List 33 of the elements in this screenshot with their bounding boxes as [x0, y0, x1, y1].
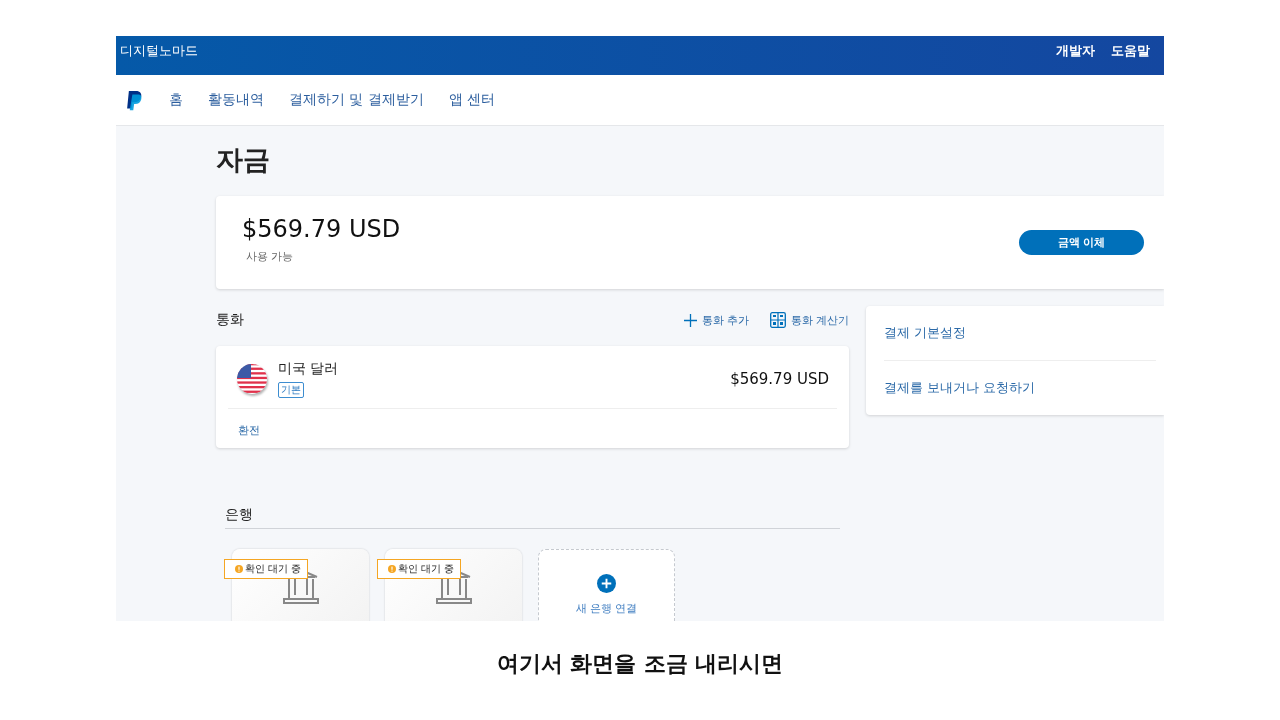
caption: 여기서 화면을 조금 내리시면	[495, 650, 785, 678]
available-label: 사용 가능	[245, 249, 295, 264]
side-link[interactable]: 결제를 보내거나 요청하기	[884, 361, 1156, 415]
balance-amount: $569.79 USD	[242, 215, 401, 243]
plus-icon	[684, 313, 697, 327]
nav-tab[interactable]: 활동내역	[208, 91, 264, 109]
add-bank-label: 새 은행 연결	[575, 601, 638, 616]
default-badge: 기본	[278, 382, 304, 398]
page-title: 자금	[216, 143, 271, 177]
warning-icon	[388, 565, 396, 573]
status-label: 확인 대기 중	[398, 562, 455, 576]
nav-tab[interactable]: 앱 센터	[448, 91, 496, 109]
section-heading: 통화	[216, 311, 244, 329]
currency-name: 미국 달러	[278, 360, 340, 378]
flag-icon	[236, 363, 268, 395]
calculator-icon	[769, 312, 786, 328]
status-label: 확인 대기 중	[245, 562, 302, 576]
currency-amount: $569.79 USD	[730, 370, 830, 388]
nav-tab[interactable]: 결제하기 및 결제받기	[289, 91, 424, 109]
add-bank-card[interactable]: 새 은행 연결	[538, 549, 675, 621]
account-name: 디지털노마드	[120, 41, 198, 60]
transfer-button[interactable]: 금액 이체	[1019, 230, 1144, 255]
nav-tab[interactable]: 홈	[169, 91, 183, 109]
side-link[interactable]: 결제 기본설정	[884, 306, 1156, 360]
logo-icon[interactable]	[126, 89, 144, 111]
warning-icon	[235, 565, 243, 573]
exchange-link[interactable]: 환전	[228, 424, 260, 437]
currency-action-link[interactable]: 통화 계산기	[769, 312, 849, 328]
section-heading: 은행	[225, 506, 253, 522]
plus-icon	[597, 574, 616, 593]
top-link[interactable]: 도움말	[1111, 41, 1150, 60]
top-link[interactable]: 개발자	[1056, 41, 1095, 60]
currency-action-link[interactable]: 통화 추가	[684, 312, 750, 328]
